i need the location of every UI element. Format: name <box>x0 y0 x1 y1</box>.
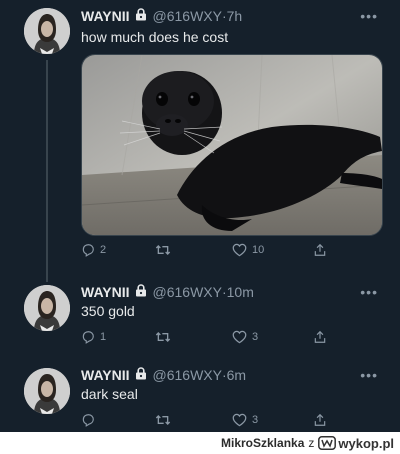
like-button[interactable]: 10 <box>232 243 264 257</box>
reply-button[interactable]: 1 <box>81 330 106 344</box>
like-button[interactable]: 3 <box>232 330 258 344</box>
tweet-text: dark seal <box>81 386 138 402</box>
thread-line <box>46 60 48 282</box>
tweet-actions: 1 3 <box>81 330 341 346</box>
avatar-image <box>24 8 70 54</box>
retweet-button[interactable] <box>155 330 176 344</box>
uploader-name[interactable]: MikroSzklanka <box>221 436 304 450</box>
tweet-actions: 3 <box>81 413 341 429</box>
retweet-button[interactable] <box>155 413 176 427</box>
tweet[interactable]: WAYNII @616WXY · 6m ••• dark seal 3 <box>0 362 400 432</box>
like-count: 3 <box>252 331 259 343</box>
user-handle[interactable]: @616WXY <box>153 284 222 300</box>
reply-icon <box>82 414 94 427</box>
site-logo[interactable]: wykop.pl <box>318 436 394 451</box>
heart-icon <box>232 330 247 344</box>
site-name: wykop.pl <box>338 435 394 451</box>
wykop-logo-icon <box>318 436 337 450</box>
reply-count: 2 <box>100 244 107 256</box>
tweet[interactable]: WAYNII @616WXY · 7h ••• how much does he… <box>0 0 400 282</box>
share-icon <box>314 243 326 256</box>
retweet-button[interactable] <box>155 243 176 257</box>
heart-icon <box>232 413 247 427</box>
tweet-header: WAYNII @616WXY · 7h <box>81 6 242 26</box>
reply-icon <box>82 244 94 257</box>
reply-button[interactable] <box>81 413 100 427</box>
avatar[interactable] <box>24 8 70 54</box>
retweet-icon <box>155 415 171 425</box>
display-name[interactable]: WAYNII <box>81 284 130 300</box>
share-icon <box>314 330 326 343</box>
user-handle[interactable]: @616WXY <box>153 8 222 24</box>
retweet-icon <box>155 332 171 342</box>
lock-icon <box>135 284 147 300</box>
tweet-header: WAYNII @616WXY · 10m <box>81 282 254 302</box>
timestamp[interactable]: 6m <box>227 367 246 383</box>
lock-icon <box>135 8 147 24</box>
share-button[interactable] <box>313 243 327 257</box>
like-button[interactable]: 3 <box>232 413 258 427</box>
like-count: 3 <box>252 414 259 426</box>
avatar-image <box>24 368 70 414</box>
avatar-image <box>24 285 70 331</box>
share-button[interactable] <box>313 330 327 344</box>
tweet[interactable]: WAYNII @616WXY · 10m ••• 350 gold 1 3 <box>0 280 400 360</box>
timestamp[interactable]: 7h <box>227 8 243 24</box>
like-count: 10 <box>252 244 265 256</box>
share-icon <box>314 413 326 426</box>
retweet-icon <box>155 245 171 255</box>
tweet-header: WAYNII @616WXY · 6m <box>81 365 246 385</box>
heart-icon <box>232 243 247 257</box>
watermark-footer: MikroSzklanka z wykop.pl <box>0 432 400 454</box>
more-options-icon[interactable]: ••• <box>360 284 378 300</box>
seal-photo <box>82 55 382 235</box>
tweet-photo[interactable] <box>81 54 383 236</box>
user-handle[interactable]: @616WXY <box>153 367 222 383</box>
tweet-thread: WAYNII @616WXY · 7h ••• how much does he… <box>0 0 400 432</box>
avatar[interactable] <box>24 368 70 414</box>
tweet-text: how much does he cost <box>81 29 229 45</box>
display-name[interactable]: WAYNII <box>81 367 130 383</box>
reply-icon <box>82 331 94 344</box>
reply-count: 1 <box>100 331 107 343</box>
more-options-icon[interactable]: ••• <box>360 367 378 383</box>
display-name[interactable]: WAYNII <box>81 8 130 24</box>
reply-button[interactable]: 2 <box>81 243 106 257</box>
tweet-actions: 2 10 <box>81 243 341 259</box>
share-button[interactable] <box>313 413 327 427</box>
more-options-icon[interactable]: ••• <box>360 8 378 24</box>
timestamp[interactable]: 10m <box>227 284 254 300</box>
lock-icon <box>135 367 147 383</box>
avatar[interactable] <box>24 285 70 331</box>
tweet-text: 350 gold <box>81 303 135 319</box>
footer-conjunction: z <box>308 436 315 450</box>
